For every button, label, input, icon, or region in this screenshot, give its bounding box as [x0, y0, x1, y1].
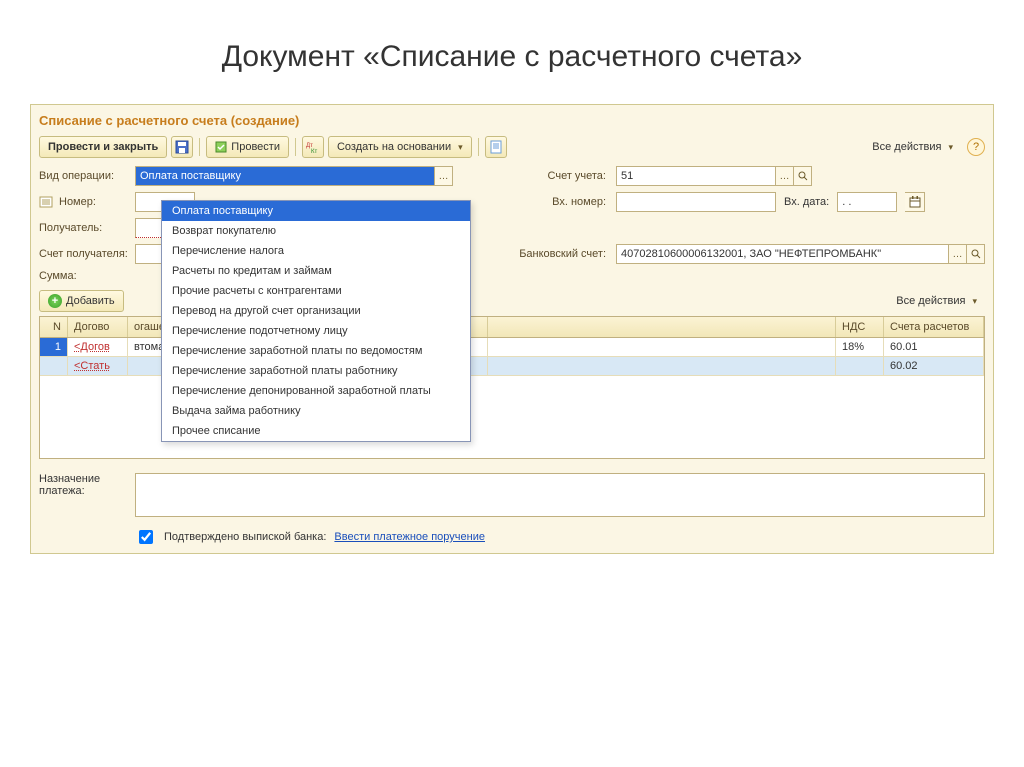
bank-acc-input[interactable] [616, 244, 949, 264]
toolbar: Провести и закрыть Провести ДтКт Создать… [39, 136, 985, 158]
magnifier-icon [971, 249, 981, 259]
floppy-icon [175, 140, 189, 154]
dropdown-item[interactable]: Перечисление заработной платы работнику [162, 361, 470, 381]
dropdown-item[interactable]: Оплата поставщику [162, 201, 470, 221]
submit-close-button[interactable]: Провести и закрыть [39, 136, 167, 158]
purpose-label: Назначение платежа: [39, 473, 129, 497]
create-based-button[interactable]: Создать на основании▾ [328, 136, 472, 158]
help-icon[interactable]: ? [967, 138, 985, 156]
confirmed-checkbox[interactable] [139, 530, 153, 544]
op-type-label: Вид операции: [39, 170, 129, 182]
svg-text:Кт: Кт [311, 149, 317, 153]
dropdown-item[interactable]: Прочее списание [162, 421, 470, 441]
number-icon [39, 196, 53, 208]
submit-icon [215, 141, 227, 153]
submit-button[interactable]: Провести [206, 136, 289, 158]
amount-label: Сумма: [39, 270, 129, 282]
col-vat-header[interactable]: НДС [836, 317, 884, 337]
number-label: Номер: [59, 196, 96, 208]
acc-search-button[interactable] [794, 166, 812, 186]
all-actions-button[interactable]: Все действия▾ [864, 136, 961, 158]
recipient-acc-label: Счет получателя: [39, 248, 129, 260]
dropdown-item[interactable]: Выдача займа работнику [162, 401, 470, 421]
report-button[interactable] [485, 136, 507, 158]
acc-code-label: Счет учета: [510, 170, 610, 182]
enter-payment-order-link[interactable]: Ввести платежное поручение [334, 531, 485, 543]
form-title: Списание с расчетного счета (создание) [39, 113, 985, 128]
bank-acc-label: Банковский счет: [510, 248, 610, 260]
op-type-picker-button[interactable]: … [435, 166, 453, 186]
dropdown-item[interactable]: Возврат покупателю [162, 221, 470, 241]
confirmed-label: Подтверждено выпиской банка: [164, 531, 326, 543]
slide-title: Документ «Списание с расчетного счета» [0, 40, 1024, 74]
toolbar-separator [295, 138, 296, 156]
bank-acc-picker-button[interactable]: … [949, 244, 967, 264]
chevron-down-icon: ▾ [948, 142, 953, 153]
dtkt-icon: ДтКт [306, 141, 320, 153]
dropdown-item[interactable]: Прочие расчеты с контрагентами [162, 281, 470, 301]
in-date-label: Вх. дата: [784, 196, 829, 208]
toolbar-separator [478, 138, 479, 156]
in-date-input[interactable] [837, 192, 897, 212]
dropdown-item[interactable]: Перевод на другой счет организации [162, 301, 470, 321]
all-actions-grid-button[interactable]: Все действия▾ [888, 290, 985, 312]
op-type-input[interactable] [135, 166, 435, 186]
dropdown-item[interactable]: Перечисление депонированной заработной п… [162, 381, 470, 401]
bank-acc-search-button[interactable] [967, 244, 985, 264]
chevron-down-icon: ▾ [972, 296, 977, 307]
op-type-dropdown: Оплата поставщику Возврат покупателю Пер… [161, 200, 471, 442]
calendar-icon [909, 196, 921, 208]
dtkt-button[interactable]: ДтКт [302, 136, 324, 158]
toolbar-separator [199, 138, 200, 156]
purpose-textarea[interactable] [135, 473, 985, 517]
dropdown-item[interactable]: Перечисление заработной платы по ведомос… [162, 341, 470, 361]
add-row-button[interactable]: + Добавить [39, 290, 124, 312]
dropdown-item[interactable]: Перечисление подотчетному лицу [162, 321, 470, 341]
col-contract-header[interactable]: Догово [68, 317, 128, 337]
in-number-label: Вх. номер: [510, 196, 610, 208]
document-icon [490, 140, 502, 154]
col-accounts-header[interactable]: Счета расчетов [884, 317, 984, 337]
plus-circle-icon: + [48, 294, 62, 308]
magnifier-icon [798, 171, 808, 181]
acc-code-input[interactable] [616, 166, 776, 186]
col-n-header[interactable]: N [40, 317, 68, 337]
in-number-input[interactable] [616, 192, 776, 212]
acc-picker-button[interactable]: … [776, 166, 794, 186]
calendar-button[interactable] [905, 192, 925, 212]
recipient-label: Получатель: [39, 222, 129, 234]
save-button[interactable] [171, 136, 193, 158]
chevron-down-icon: ▾ [458, 142, 463, 153]
dropdown-item[interactable]: Перечисление налога [162, 241, 470, 261]
dropdown-item[interactable]: Расчеты по кредитам и займам [162, 261, 470, 281]
app-window: Списание с расчетного счета (создание) П… [30, 104, 994, 554]
